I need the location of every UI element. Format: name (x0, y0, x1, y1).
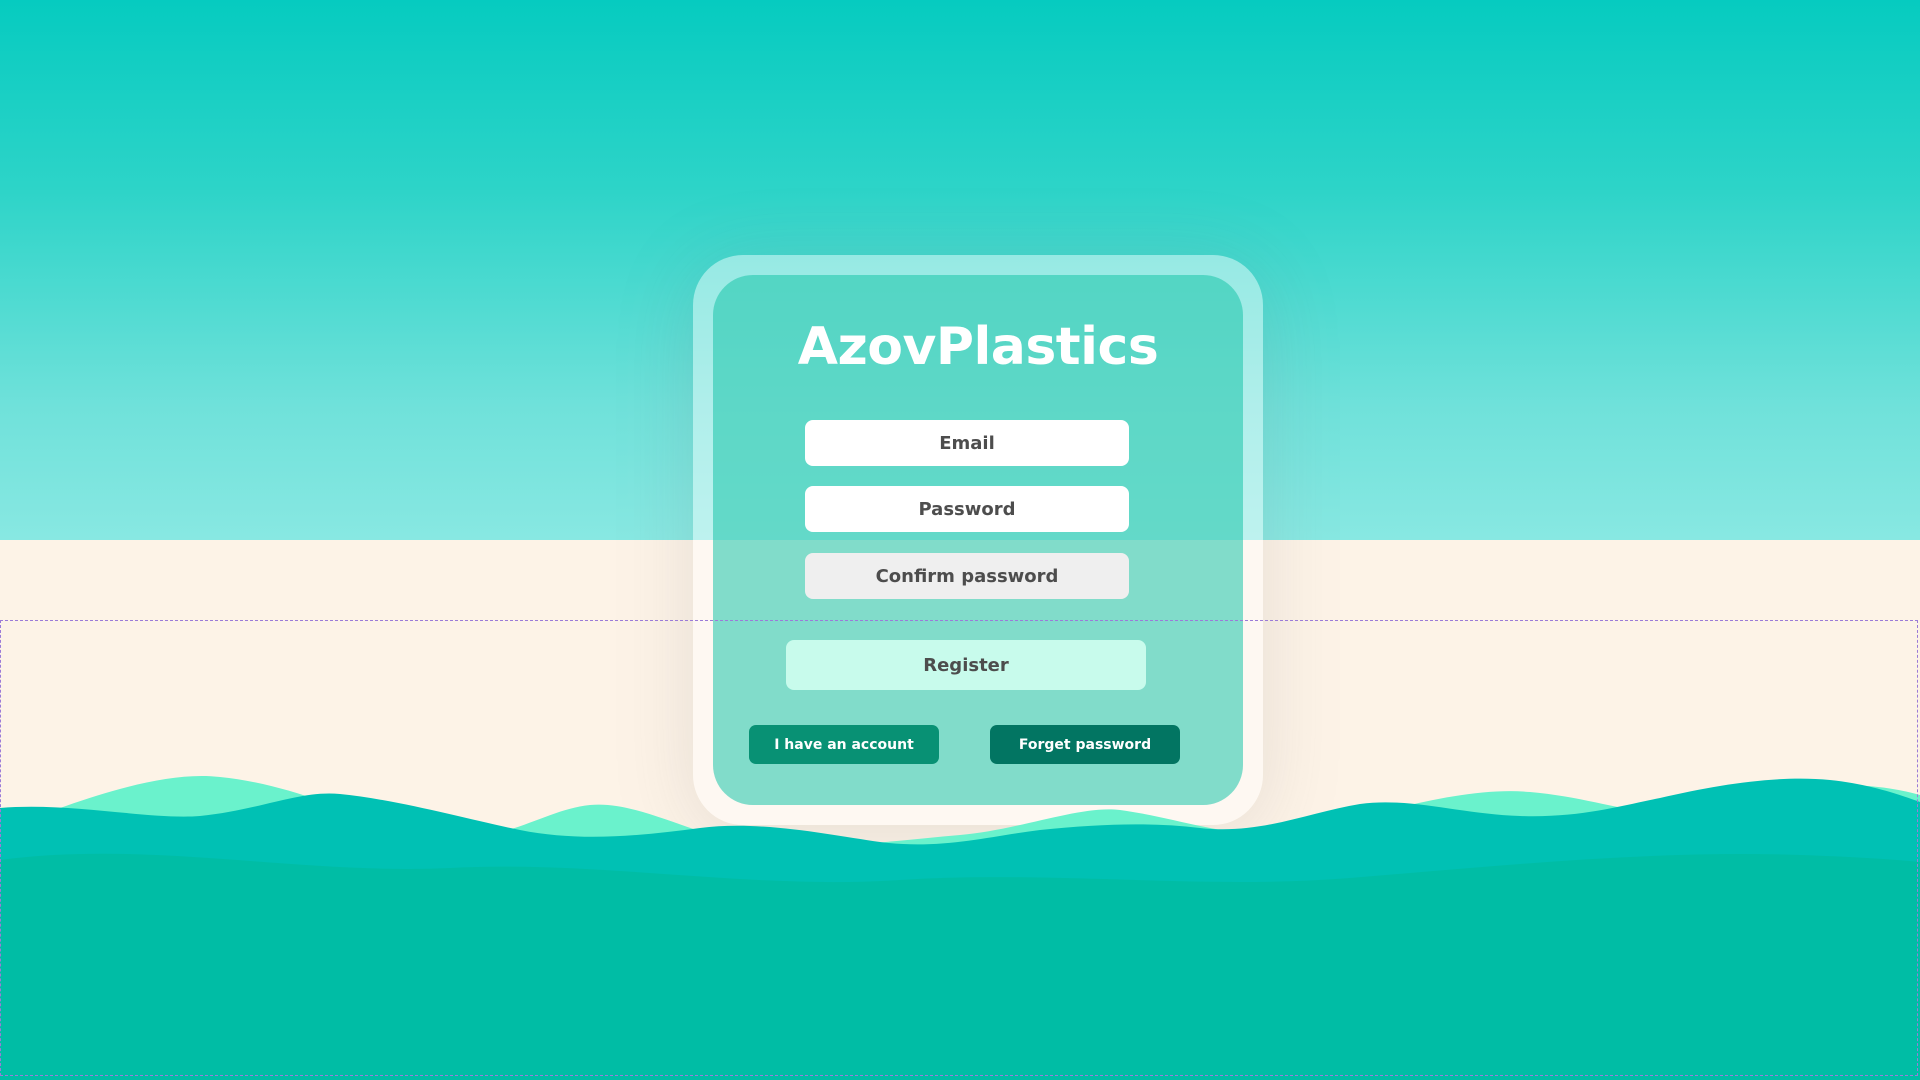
background-scene: AzovPlastics Register I have an account … (0, 0, 1920, 1080)
forget-password-button[interactable]: Forget password (990, 725, 1180, 764)
confirm-password-field[interactable] (805, 553, 1129, 599)
email-field[interactable] (805, 420, 1129, 466)
have-account-button[interactable]: I have an account (749, 725, 939, 764)
register-button[interactable]: Register (786, 640, 1146, 690)
form-fields-layer: Register I have an account Forget passwo… (713, 20, 1243, 1020)
password-field[interactable] (805, 486, 1129, 532)
